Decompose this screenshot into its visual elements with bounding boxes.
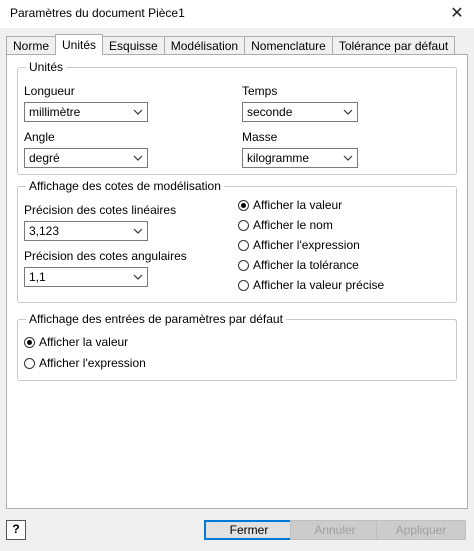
- model-dims-group: Affichage des cotes de modélisation Préc…: [17, 179, 457, 303]
- document-settings-dialog: Paramètres du document Pièce1 ✕ Norme Un…: [0, 0, 474, 551]
- radio-unchecked-icon: [24, 357, 35, 369]
- tab-esquisse[interactable]: Esquisse: [102, 36, 165, 54]
- title-bar: Paramètres du document Pièce1 ✕: [0, 0, 474, 28]
- radio-unchecked-icon: [238, 219, 249, 231]
- radio-unchecked-icon: [238, 259, 249, 271]
- param-entries-group-title: Affichage des entrées de paramètres par …: [26, 312, 286, 326]
- radio-checked-icon: [238, 199, 249, 211]
- param-entries-group: Affichage des entrées de paramètres par …: [17, 312, 457, 381]
- tab-strip: Norme Unités Esquisse Modélisation Nomen…: [6, 34, 456, 55]
- radio-show-tolerance[interactable]: Afficher la tolérance: [238, 257, 359, 273]
- radio-param-show-expression[interactable]: Afficher l'expression: [24, 355, 146, 371]
- chevron-down-icon: [343, 155, 353, 161]
- model-dims-group-title: Affichage des cotes de modélisation: [26, 179, 224, 193]
- radio-show-name[interactable]: Afficher le nom: [238, 217, 333, 233]
- time-value: seconde: [247, 105, 293, 119]
- radio-label: Afficher la valeur précise: [253, 278, 385, 292]
- mass-label: Masse: [242, 130, 278, 144]
- tab-modelisation[interactable]: Modélisation: [163, 36, 246, 54]
- angle-label: Angle: [24, 130, 55, 144]
- angular-precision-label: Précision des cotes angulaires: [24, 249, 187, 263]
- window-title: Paramètres du document Pièce1: [10, 6, 185, 20]
- units-group: Unités Longueur millimètre Temps seconde…: [17, 60, 457, 175]
- time-label: Temps: [242, 84, 278, 98]
- radio-label: Afficher la valeur: [39, 335, 129, 349]
- units-tab-panel: Unités Longueur millimètre Temps seconde…: [6, 54, 468, 509]
- mass-value: kilogramme: [247, 151, 310, 165]
- length-select[interactable]: millimètre: [24, 102, 148, 122]
- chevron-down-icon: [133, 274, 143, 280]
- mass-select[interactable]: kilogramme: [242, 148, 358, 168]
- radio-show-expression[interactable]: Afficher l'expression: [238, 237, 360, 253]
- linear-precision-select[interactable]: 3,123: [24, 221, 148, 241]
- tab-unites[interactable]: Unités: [55, 34, 104, 55]
- radio-label: Afficher la valeur: [253, 198, 343, 212]
- radio-unchecked-icon: [238, 239, 249, 251]
- length-value: millimètre: [29, 105, 81, 119]
- tab-norme[interactable]: Norme: [6, 36, 57, 54]
- linear-precision-label: Précision des cotes linéaires: [24, 203, 177, 217]
- radio-label: Afficher l'expression: [253, 238, 360, 252]
- radio-label: Afficher la tolérance: [253, 258, 359, 272]
- angle-value: degré: [29, 151, 60, 165]
- help-button[interactable]: ?: [6, 520, 26, 540]
- time-select[interactable]: seconde: [242, 102, 358, 122]
- radio-show-value[interactable]: Afficher la valeur: [238, 197, 342, 213]
- tab-nomenclature[interactable]: Nomenclature: [244, 36, 333, 54]
- cancel-button[interactable]: Annuler: [290, 520, 380, 540]
- close-button[interactable]: Fermer: [204, 520, 294, 540]
- chevron-down-icon: [133, 228, 143, 234]
- chevron-down-icon: [133, 155, 143, 161]
- radio-unchecked-icon: [238, 279, 249, 291]
- length-label: Longueur: [24, 84, 75, 98]
- linear-precision-value: 3,123: [29, 224, 60, 238]
- radio-checked-icon: [24, 336, 35, 348]
- angular-precision-select[interactable]: 1,1: [24, 267, 148, 287]
- close-icon[interactable]: ✕: [446, 3, 468, 25]
- chevron-down-icon: [343, 109, 353, 115]
- radio-param-show-value[interactable]: Afficher la valeur: [24, 334, 128, 350]
- chevron-down-icon: [133, 109, 143, 115]
- units-group-title: Unités: [26, 60, 67, 74]
- radio-label: Afficher l'expression: [39, 356, 146, 370]
- radio-label: Afficher le nom: [253, 218, 333, 232]
- apply-button[interactable]: Appliquer: [376, 520, 466, 540]
- angular-precision-value: 1,1: [29, 270, 46, 284]
- tab-tolerance[interactable]: Tolérance par défaut: [331, 36, 456, 54]
- radio-show-precise-value[interactable]: Afficher la valeur précise: [238, 277, 384, 293]
- angle-select[interactable]: degré: [24, 148, 148, 168]
